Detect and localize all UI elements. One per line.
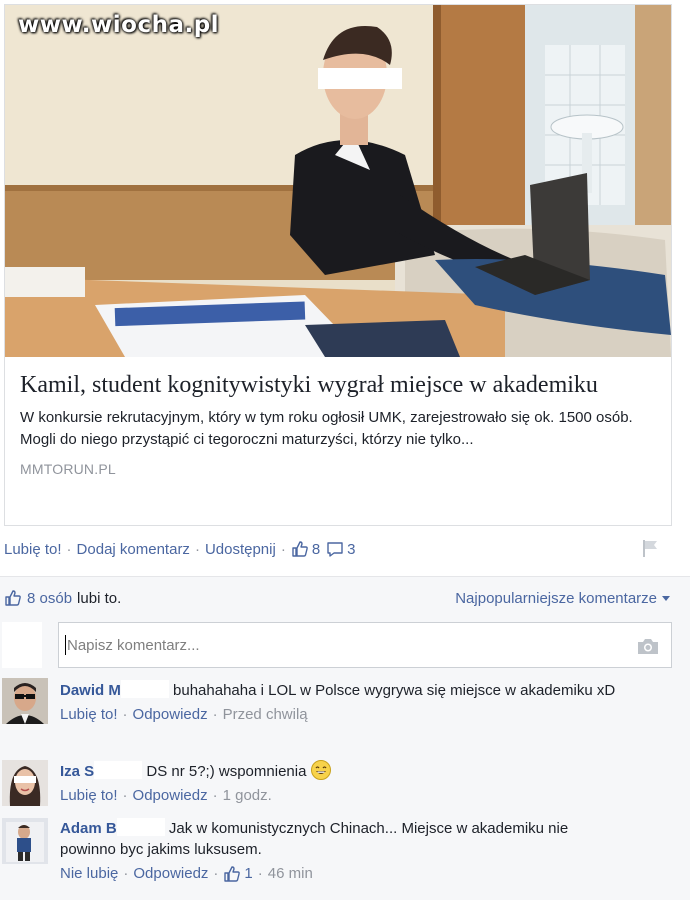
avatar[interactable] [2, 760, 48, 806]
comment-reply-link[interactable]: Odpowiedz [133, 785, 208, 806]
article-domain: MMTORUN.PL [20, 461, 116, 477]
like-count[interactable]: 8 [291, 540, 320, 558]
comment-unlike-link[interactable]: Nie lubię [60, 863, 118, 884]
comment-text-line: Dawid M buhahahaha i LOL w Polsce wygryw… [60, 680, 620, 701]
article-photo[interactable] [5, 5, 671, 357]
article-photo-illustration [5, 5, 671, 357]
separator: · [66, 540, 72, 558]
comment-text-line: Adam B Jak w komunistycznych Chinach... … [60, 818, 620, 860]
comment-like-link[interactable]: Lubię to! [60, 785, 118, 806]
separator: · [212, 787, 218, 804]
thumbs-up-icon [224, 865, 241, 882]
separator: · [123, 865, 129, 882]
separator: · [212, 706, 218, 723]
comment-like-link[interactable]: Lubię to! [60, 704, 118, 725]
comment-reply-link[interactable]: Odpowiedz [133, 863, 208, 884]
like-link[interactable]: Lubię to! [4, 541, 62, 558]
avatar [2, 622, 42, 668]
likes-summary-bar: 8 osób lubi to. Najpopularniejsze koment… [0, 576, 690, 620]
comment-time[interactable]: 46 min [268, 863, 313, 884]
comment-meta: Nie lubię · Odpowiedz · 1 · 46 min [60, 863, 620, 884]
comment-sort-dropdown[interactable]: Najpopularniejsze komentarze [455, 590, 670, 607]
redaction [94, 761, 143, 779]
avatar[interactable] [2, 818, 48, 864]
camera-icon[interactable] [637, 637, 659, 660]
article-title[interactable]: Kamil, student kognitywistyki wygrał mie… [20, 370, 657, 400]
link-preview-card[interactable]: Kamil, student kognitywistyki wygrał mie… [4, 4, 672, 526]
likers-link[interactable]: 8 osób [27, 590, 72, 607]
redaction [116, 818, 165, 836]
comment-meta: Lubię to! · Odpowiedz · Przed chwilą [60, 704, 620, 725]
separator: · [213, 865, 219, 882]
share-link[interactable]: Udostępnij [205, 541, 276, 558]
separator: · [280, 540, 286, 558]
comment-meta: Lubię to! · Odpowiedz · 1 godz. [60, 785, 620, 806]
flag-icon[interactable] [640, 538, 660, 563]
comment-time[interactable]: Przed chwilą [223, 704, 308, 725]
comment-link[interactable]: Dodaj komentarz [77, 541, 190, 558]
grinning-emoji-icon [310, 760, 331, 780]
sort-label: Najpopularniejsze komentarze [455, 590, 657, 607]
redaction [120, 680, 169, 698]
separator: · [122, 706, 128, 723]
separator: · [122, 787, 128, 804]
watermark: www.wiocha.pl [18, 12, 220, 38]
comment-reply-link[interactable]: Odpowiedz [133, 704, 208, 725]
post-actions: Lubię to! · Dodaj komentarz · Udostępnij… [4, 540, 356, 558]
separator: · [194, 540, 200, 558]
comment-text: buhahahaha i LOL w Polsce wygrywa się mi… [173, 682, 616, 699]
comments-section: Napisz komentarz... Dawid M buhahahaha i… [0, 620, 690, 900]
commenter-name[interactable]: Iza S [60, 763, 94, 780]
thumbs-up-icon [292, 541, 308, 557]
comment-text-line: Iza S DS nr 5?;) wspomnienia [60, 760, 620, 782]
article-description: W konkursie rekrutacyjnym, który w tym r… [20, 409, 633, 448]
thumbs-up-icon [5, 590, 21, 606]
comment-like-count[interactable]: 1 [223, 863, 253, 884]
separator: · [257, 865, 263, 882]
comment-input[interactable]: Napisz komentarz... [58, 622, 672, 668]
caret-down-icon [662, 595, 670, 601]
text-caret [65, 635, 66, 655]
speech-bubble-icon [327, 542, 343, 557]
comment-text: DS nr 5?;) wspomnienia [146, 763, 307, 780]
likes-suffix: lubi to. [77, 589, 122, 607]
comment-count[interactable]: 3 [326, 540, 356, 558]
commenter-name[interactable]: Dawid M [60, 682, 121, 699]
comment-placeholder: Napisz komentarz... [67, 637, 200, 654]
avatar[interactable] [2, 678, 48, 724]
comment-time[interactable]: 1 godz. [223, 785, 272, 806]
commenter-name[interactable]: Adam B [60, 820, 117, 837]
